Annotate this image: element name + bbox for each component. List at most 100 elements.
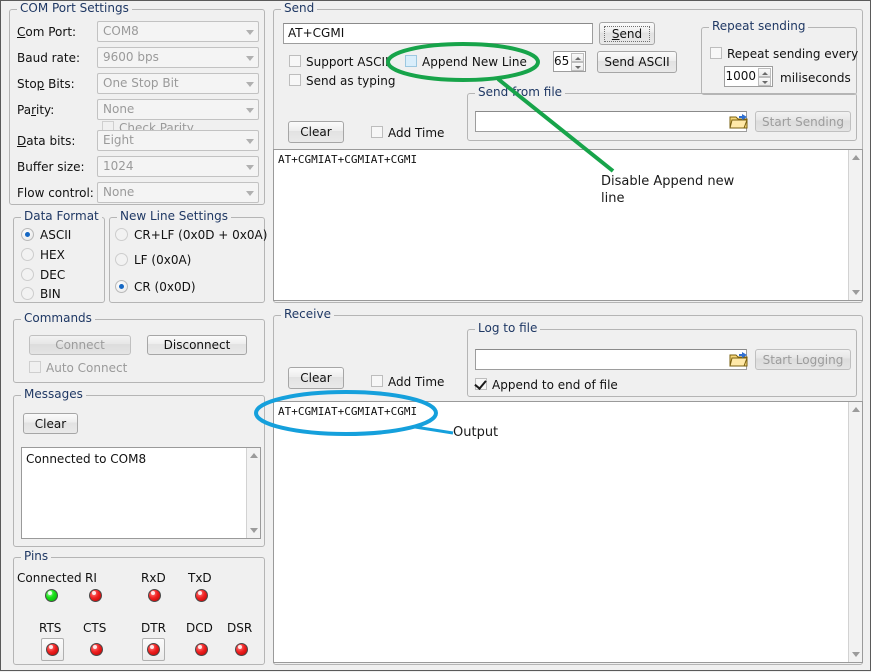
support-ascii-checkbox[interactable]: Support ASCII (289, 55, 389, 69)
scroll-up-icon[interactable] (852, 155, 860, 160)
connect-label: Connect (55, 338, 105, 352)
send-command-input[interactable]: AT+CGMI (283, 23, 593, 44)
pins-caption: Pins (21, 550, 51, 562)
buffer-size-label: Buffer size: (17, 160, 85, 174)
disconnect-button[interactable]: Disconnect (147, 335, 247, 355)
receive-scrollbar[interactable] (848, 402, 862, 662)
receive-clear-label: Clear (300, 371, 331, 385)
baud-rate-select[interactable]: 9600 bps (97, 47, 259, 68)
new-line-settings-caption: New Line Settings (117, 210, 231, 222)
receive-output-area[interactable]: AT+CGMIAT+CGMIAT+CGMI (273, 401, 863, 663)
pin-label-connected: Connected (17, 571, 82, 585)
pin-led-cts (90, 643, 103, 656)
start-sending-button[interactable]: Start Sending (755, 111, 851, 132)
pin-led-rxd (148, 589, 161, 602)
repeat-interval-stepper[interactable]: 1000 (724, 66, 773, 87)
data-bits-label: Data bits: (17, 134, 75, 148)
folder-open-icon[interactable] (729, 351, 749, 368)
radio-data-format-hex[interactable]: HEX (21, 248, 65, 262)
pin-button-dtr[interactable] (142, 638, 165, 661)
append-new-line-label: Append New Line (422, 55, 527, 69)
scroll-up-icon[interactable] (250, 453, 258, 458)
stepper-down-icon[interactable] (758, 77, 771, 86)
stop-bits-select[interactable]: One Stop Bit (97, 73, 259, 94)
start-logging-button[interactable]: Start Logging (755, 349, 851, 370)
append-new-line-checkbox[interactable]: Append New Line (405, 55, 527, 69)
send-clear-label: Clear (300, 125, 331, 139)
parity-select[interactable]: None (97, 99, 259, 120)
parity-value: None (103, 102, 134, 116)
send-ascii-label: Send ASCII (604, 55, 669, 69)
pin-label-rxd: RxD (141, 571, 166, 585)
repeat-sending-checkbox[interactable]: Repeat sending every (710, 47, 858, 61)
flow-control-select[interactable]: None (97, 182, 259, 203)
ascii-code-stepper[interactable]: 65 (553, 51, 586, 72)
send-ascii-button[interactable]: Send ASCII (597, 51, 677, 73)
radio-newline-lf[interactable]: LF (0x0A) (115, 253, 191, 267)
append-to-end-label: Append to end of file (492, 378, 618, 392)
radio-label: ASCII (40, 228, 71, 242)
ascii-code-value: 65 (554, 54, 569, 68)
start-sending-label: Start Sending (762, 115, 844, 129)
pin-label-cts: CTS (83, 621, 106, 635)
data-bits-value: Eight (103, 133, 134, 147)
baud-rate-label: Baud rate: (17, 51, 80, 65)
stop-bits-value: One Stop Bit (103, 76, 179, 90)
baud-rate-value: 9600 bps (103, 50, 159, 64)
scroll-down-icon[interactable] (852, 652, 860, 657)
scroll-down-icon[interactable] (250, 528, 258, 533)
log-to-file-caption: Log to file (475, 322, 540, 334)
scroll-up-icon[interactable] (852, 407, 860, 412)
com-port-select[interactable]: COM8 (97, 21, 259, 42)
chevron-down-icon (246, 139, 254, 144)
support-ascii-label: Support ASCII (306, 55, 389, 69)
disconnect-label: Disconnect (164, 338, 231, 352)
pin-button-rts[interactable] (41, 638, 64, 661)
stepper-down-icon[interactable] (571, 62, 584, 71)
stepper-up-icon[interactable] (571, 53, 584, 62)
send-log-text: AT+CGMIAT+CGMIAT+CGMI (274, 150, 862, 166)
messages-clear-button[interactable]: Clear (23, 413, 78, 434)
receive-clear-button[interactable]: Clear (288, 367, 344, 389)
chevron-down-icon (246, 108, 254, 113)
com-port-label: Com Port: (17, 25, 76, 39)
receive-add-time-checkbox[interactable]: Add Time (371, 375, 444, 389)
send-file-path-input[interactable] (475, 111, 747, 132)
send-from-file-caption: Send from file (475, 86, 565, 98)
send-add-time-label: Add Time (388, 126, 444, 140)
auto-connect-checkbox[interactable]: Auto Connect (29, 361, 127, 375)
data-bits-select[interactable]: Eight (97, 130, 259, 151)
commands-caption: Commands (21, 312, 95, 324)
radio-data-format-bin[interactable]: BIN (21, 287, 61, 301)
radio-data-format-dec[interactable]: DEC (21, 268, 65, 282)
pin-led-dsr (235, 643, 248, 656)
send-button[interactable]: Send (599, 22, 655, 45)
messages-clear-label: Clear (35, 417, 66, 431)
pin-label-dcd: DCD (186, 621, 213, 635)
stepper-up-icon[interactable] (758, 68, 771, 77)
connect-button[interactable]: Connect (29, 335, 131, 355)
folder-open-icon[interactable] (729, 113, 749, 130)
scroll-down-icon[interactable] (852, 290, 860, 295)
messages-scrollbar[interactable] (246, 448, 260, 538)
chevron-down-icon (246, 56, 254, 61)
radio-newline-crlf[interactable]: CR+LF (0x0D + 0x0A) (115, 228, 267, 242)
send-as-typing-checkbox[interactable]: Send as typing (289, 74, 395, 88)
send-clear-button[interactable]: Clear (288, 121, 344, 143)
buffer-size-value: 1024 (103, 159, 134, 173)
radio-label: LF (0x0A) (134, 253, 191, 267)
radio-label: BIN (40, 287, 61, 301)
send-log-area[interactable]: AT+CGMIAT+CGMIAT+CGMI (273, 149, 863, 301)
messages-log-area[interactable]: Connected to COM8 (21, 447, 261, 539)
append-to-end-checkbox[interactable]: Append to end of file (475, 378, 618, 392)
pin-label-txd: TxD (188, 571, 212, 585)
auto-connect-label: Auto Connect (46, 361, 127, 375)
send-log-scrollbar[interactable] (848, 150, 862, 300)
log-file-path-input[interactable] (475, 349, 747, 370)
send-add-time-checkbox[interactable]: Add Time (371, 126, 444, 140)
buffer-size-select[interactable]: 1024 (97, 156, 259, 177)
radio-data-format-ascii[interactable]: ASCII (21, 228, 71, 242)
chevron-down-icon (246, 82, 254, 87)
radio-newline-cr[interactable]: CR (0x0D) (115, 280, 196, 294)
pin-label-rts: RTS (39, 621, 61, 635)
